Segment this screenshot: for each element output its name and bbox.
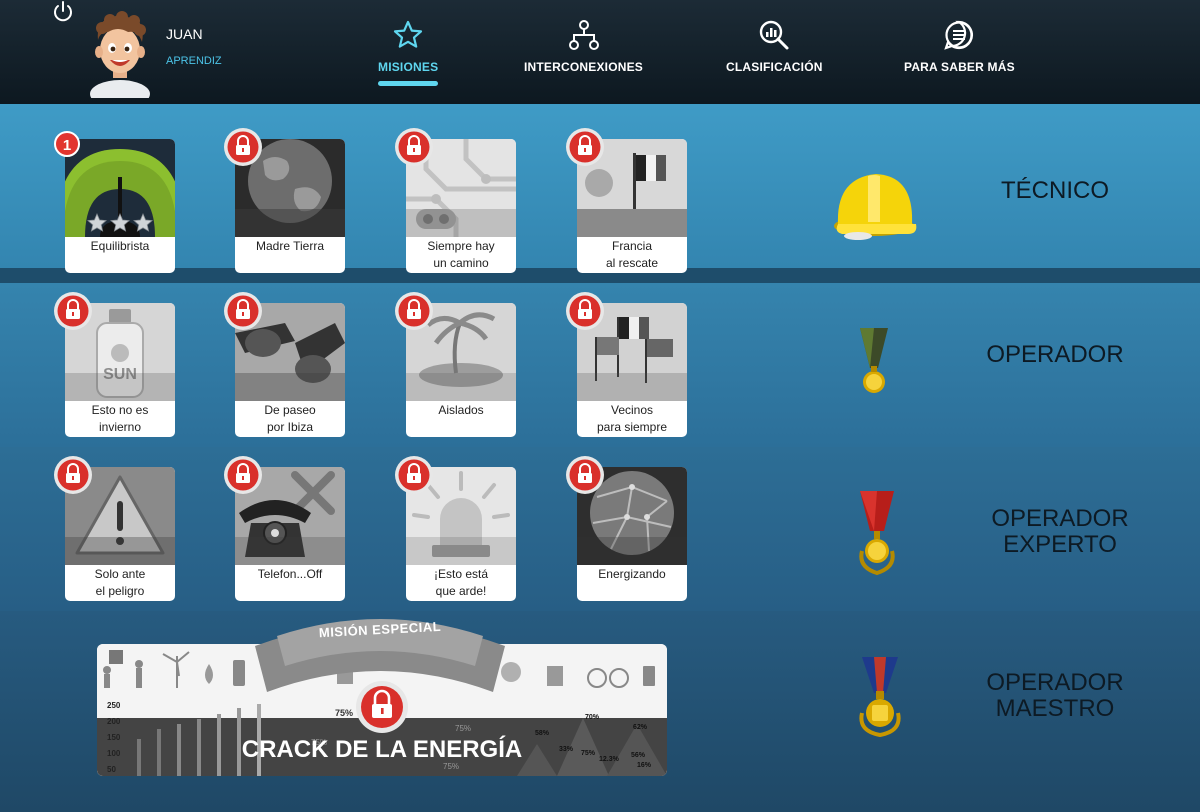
tab-label: MISIONES: [378, 60, 439, 74]
mission-title: De paseo por Ibiza: [264, 403, 316, 434]
mission-title: Solo ante el peligro: [94, 567, 146, 598]
avatar[interactable]: [88, 10, 152, 98]
top-bar: JUAN APRENDIZ MISIONES INTERCONEXIONES C…: [0, 0, 1200, 104]
active-tab-indicator: [378, 81, 439, 86]
blue-medal-icon: [859, 657, 901, 737]
lock-icon: [566, 292, 604, 330]
star-rating: [87, 212, 153, 232]
tab-label: CLASIFICACIÓN: [726, 60, 823, 74]
mission-card-energizando[interactable]: Energizando: [566, 456, 687, 601]
mission-card-siempre-hay-un-camino[interactable]: Siempre hay un camino: [395, 128, 516, 273]
lock-icon: [224, 456, 262, 494]
lock-icon: [224, 292, 262, 330]
tab-label: PARA SABER MÁS: [904, 60, 1015, 74]
tab-para-saber-mas[interactable]: PARA SABER MÁS: [904, 18, 1015, 98]
mission-card-francia-al-rescate[interactable]: Francia al rescate: [566, 128, 687, 273]
notification-badge: 1: [54, 131, 80, 157]
special-mission-title: CRACK DE LA ENERGÍA: [241, 736, 523, 763]
tab-label: INTERCONEXIONES: [524, 60, 644, 74]
lock-icon: [395, 292, 433, 330]
mission-card-esto-no-es-invierno[interactable]: SUN Esto no es invierno: [54, 292, 175, 437]
mission-title: Vecinos para siempre: [596, 403, 668, 434]
lock-icon: [54, 292, 92, 330]
percent-label: 70%: [585, 714, 600, 721]
user-rank: APRENDIZ: [166, 55, 222, 67]
lock-icon: [356, 681, 408, 733]
mission-title: Telefon...Off: [257, 567, 323, 581]
lock-icon: [566, 128, 604, 166]
mission-title: Energizando: [598, 567, 666, 581]
mission-card-equilibrista[interactable]: Equilibrista 1: [54, 131, 175, 273]
rank-label-tecnico: TÉCNICO: [1001, 177, 1109, 204]
ranking-search-icon: [760, 20, 789, 50]
network-icon: [568, 20, 599, 50]
user-name: JUAN: [166, 26, 203, 42]
mission-card-aislados[interactable]: Aislados: [395, 292, 516, 437]
mission-card-solo-ante-el-peligro[interactable]: Solo ante el peligro: [54, 456, 175, 601]
percent-label: 62%: [633, 724, 648, 731]
lock-icon: [54, 456, 92, 494]
rank-label-operador-experto: OPERADOR EXPERTO: [991, 505, 1129, 558]
rank-label-operador: OPERADOR: [986, 341, 1124, 368]
mission-card-esto-esta-que-arde[interactable]: ¡Esto está que arde!: [395, 456, 516, 601]
mission-card-madre-tierra[interactable]: Madre Tierra: [224, 128, 345, 273]
star-icon: [394, 20, 423, 48]
mission-card-de-paseo-por-ibiza[interactable]: De paseo por Ibiza: [224, 292, 345, 437]
lock-icon: [395, 128, 433, 166]
mission-card-vecinos-para-siempre[interactable]: Vecinos para siempre: [566, 292, 687, 437]
percent-label: 75%: [335, 708, 354, 718]
tab-clasificacion[interactable]: CLASIFICACIÓN: [726, 18, 823, 98]
percent-label: 75%: [455, 724, 472, 733]
chat-list-icon: [944, 20, 974, 50]
mission-title: Equilibrista: [90, 239, 150, 253]
mission-title: Madre Tierra: [255, 239, 325, 253]
mission-title: Francia al rescate: [605, 239, 659, 270]
lock-icon: [566, 456, 604, 494]
lock-icon: [395, 456, 433, 494]
mission-title: Esto no es invierno: [91, 403, 149, 434]
lock-icon: [224, 128, 262, 166]
red-medal-icon: [859, 491, 895, 576]
mission-title: Siempre hay un camino: [427, 239, 495, 270]
tab-misiones[interactable]: MISIONES: [378, 18, 439, 98]
power-icon[interactable]: [52, 1, 74, 23]
mission-title: Aislados: [438, 403, 484, 417]
green-medal-icon: [860, 328, 888, 393]
tab-interconexiones[interactable]: INTERCONEXIONES: [524, 18, 643, 98]
mission-title: ¡Esto está que arde!: [433, 567, 489, 598]
helmet-icon: [834, 174, 917, 240]
rank-label-operador-maestro: OPERADOR MAESTRO: [986, 669, 1124, 722]
mission-card-telefon-off[interactable]: Telefon...Off: [224, 456, 345, 601]
